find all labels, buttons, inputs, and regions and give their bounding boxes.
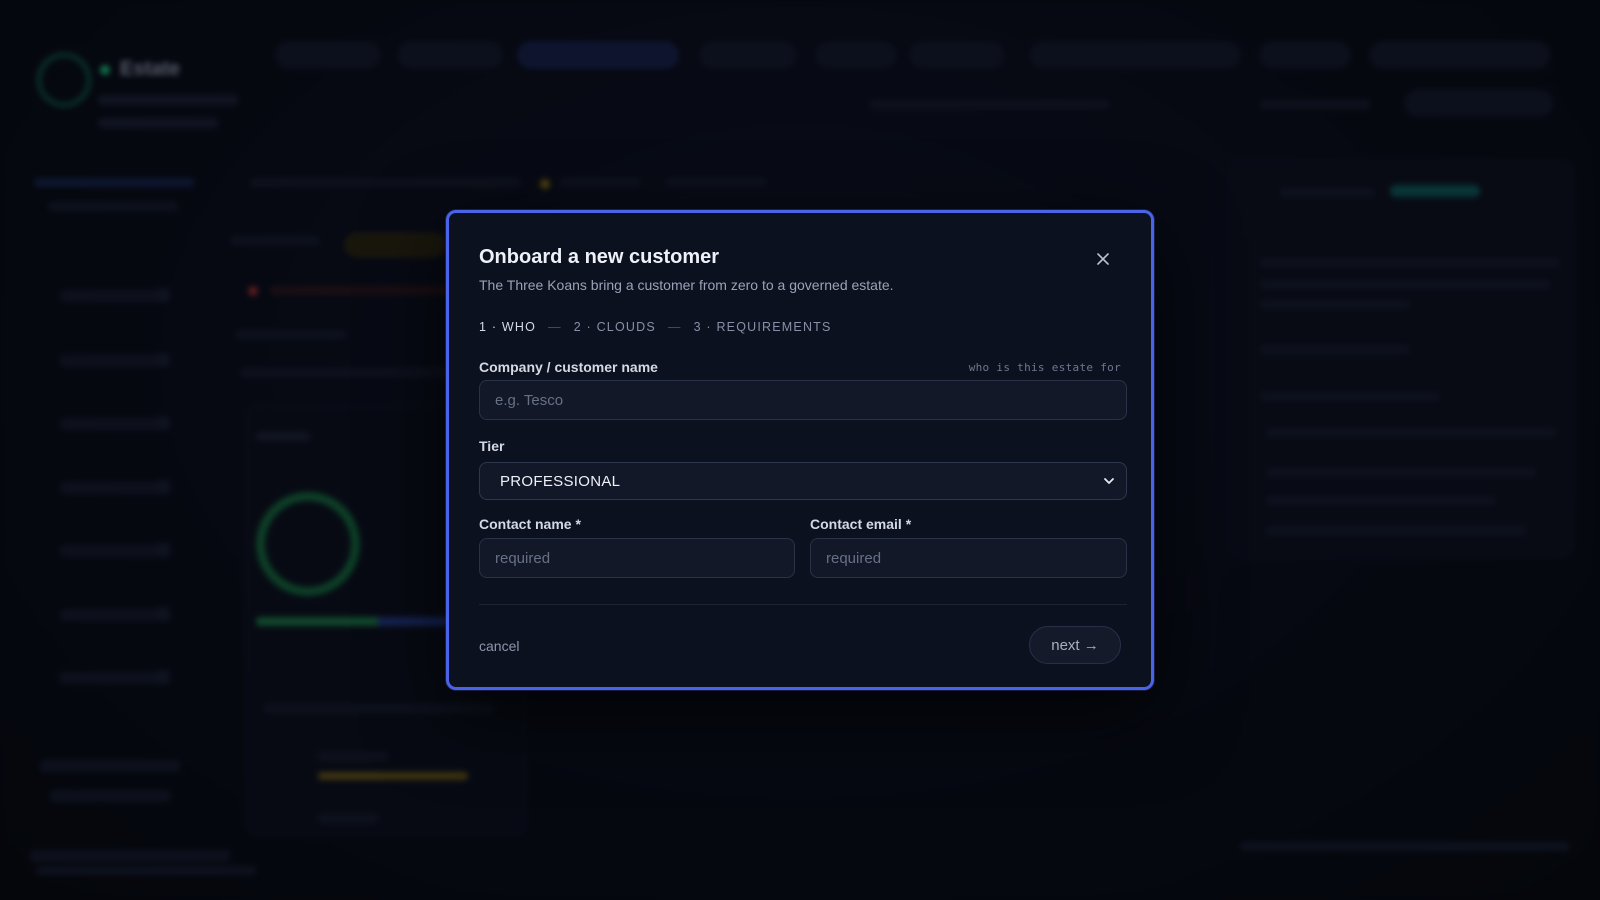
next-button[interactable]: next → [1029, 626, 1121, 664]
background-nav-pill [1370, 42, 1550, 68]
background-sidebar-badge [156, 353, 170, 367]
background-sidebar-badge [156, 543, 170, 557]
background-sidebar-item [60, 545, 170, 557]
background-sidebar-item [60, 609, 170, 621]
background-bar [318, 772, 468, 780]
background-text [1260, 280, 1550, 289]
background-text [666, 178, 766, 187]
background-logo [36, 52, 92, 108]
background-badge [1390, 185, 1480, 197]
contact-email-input[interactable] [810, 538, 1127, 578]
background-sidebar-item [60, 672, 170, 684]
background-text [870, 100, 1110, 109]
background-text [1260, 392, 1440, 401]
background-nav-pill [700, 42, 796, 68]
background-brand-line [98, 95, 238, 105]
background-text [236, 330, 346, 339]
background-error-dot [248, 286, 258, 296]
onboard-customer-dialog: Onboard a new customer The Three Koans b… [446, 210, 1154, 690]
background-text [1266, 468, 1536, 477]
company-name-input[interactable] [479, 380, 1127, 420]
step-indicator: 1 · WHO — 2 · CLOUDS — 3 · REQUIREMENTS [479, 320, 832, 334]
background-nav-pill [910, 42, 1004, 68]
background-warning-dot [540, 179, 550, 189]
background-sidebar-item [50, 790, 170, 802]
background-nav-pill [1030, 42, 1240, 68]
background-chip [345, 233, 445, 257]
background-text [1240, 842, 1570, 851]
cancel-button[interactable]: cancel [479, 638, 519, 654]
background-topbar: Estate [0, 0, 1600, 140]
dialog-subtitle: The Three Koans bring a customer from ze… [479, 277, 894, 293]
background-sidebar-badge [156, 607, 170, 621]
background-sidebar-item [60, 355, 170, 367]
background-bar [256, 617, 378, 626]
background-nav-pill [518, 42, 678, 68]
background-sidebar-item [60, 290, 170, 302]
background-sidebar-badge [156, 480, 170, 494]
dialog-title: Onboard a new customer [479, 246, 720, 268]
background-text [1266, 428, 1556, 437]
background-text [240, 368, 450, 377]
background-sidebar-badge [156, 670, 170, 684]
company-name-hint: who is this estate for [968, 361, 1121, 374]
background-sidebar-item [60, 482, 170, 494]
chevron-down-icon [1104, 478, 1114, 484]
step-requirements: 3 · REQUIREMENTS [693, 320, 832, 334]
company-name-label: Company / customer name [479, 359, 658, 375]
background-status-dot [100, 65, 110, 75]
background-sidebar-badge [156, 288, 170, 302]
background-sidebar [0, 160, 230, 880]
background-sidebar-item [40, 760, 180, 772]
tier-label: Tier [479, 438, 505, 454]
contact-name-label: Contact name * [479, 516, 581, 532]
background-divider [1212, 150, 1213, 670]
background-bar [378, 617, 448, 626]
tier-selected-value: PROFESSIONAL [500, 472, 621, 490]
background-text [264, 704, 494, 713]
background-text [256, 432, 310, 441]
background-text [230, 236, 320, 245]
step-who: 1 · WHO [479, 320, 537, 334]
background-text [1260, 100, 1370, 109]
background-nav-pill [398, 42, 502, 68]
background-brand-line [98, 118, 218, 128]
background-sidebar-item [60, 418, 170, 430]
background-gauge [256, 492, 360, 596]
background-nav-pill [816, 42, 896, 68]
background-text [318, 752, 388, 761]
step-clouds: 2 · CLOUDS [573, 320, 656, 334]
background-text [1266, 526, 1526, 535]
background-sidebar-badge [156, 416, 170, 430]
background-text [270, 286, 450, 295]
contact-name-input[interactable] [479, 538, 795, 578]
background-text [250, 178, 520, 187]
close-icon [1097, 253, 1109, 265]
background-brand: Estate [120, 58, 181, 80]
tier-select[interactable]: PROFESSIONAL [479, 462, 1127, 500]
background-nav-pill [1260, 42, 1350, 68]
background-text [1280, 188, 1375, 197]
background-sidebar-item [30, 850, 230, 862]
contact-email-label: Contact email * [810, 516, 912, 532]
background-user-pill [1405, 90, 1553, 116]
background-text [560, 178, 640, 187]
step-separator: — [548, 320, 562, 334]
footer-divider [479, 604, 1127, 605]
close-button[interactable] [1091, 247, 1115, 271]
background-text [1260, 345, 1410, 354]
step-separator: — [667, 320, 682, 334]
background-text [36, 866, 256, 875]
background-nav-pill [276, 42, 380, 68]
background-text [1260, 258, 1560, 267]
background-text [318, 814, 378, 823]
background-text [1260, 300, 1410, 309]
background-text [1266, 496, 1496, 505]
